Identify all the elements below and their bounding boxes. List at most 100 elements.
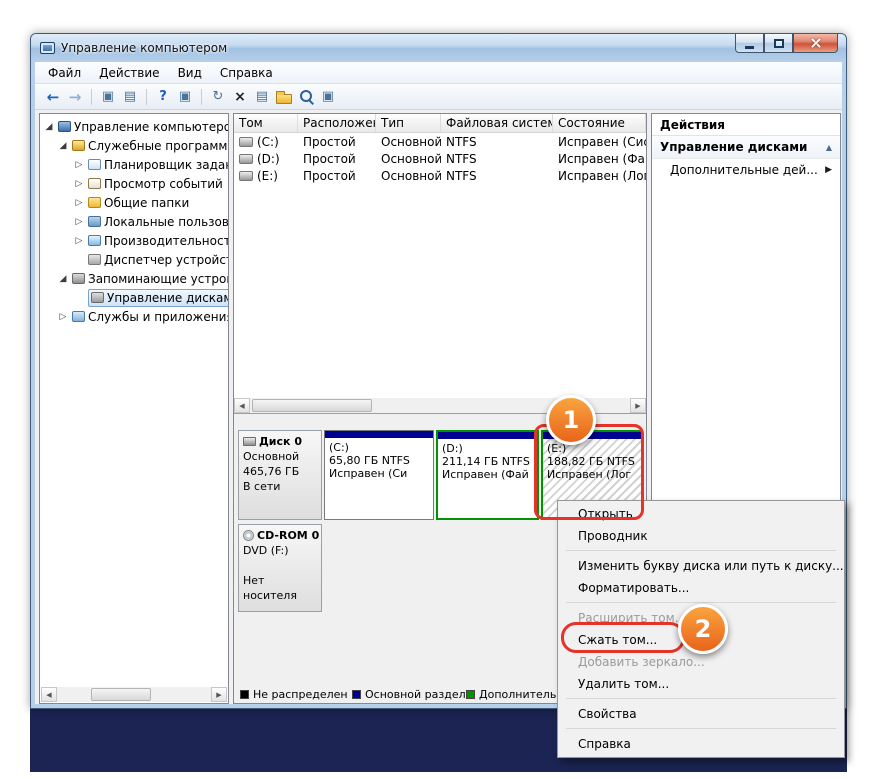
annotation-rect-shrink-volume [561,622,685,653]
scroll-left-button[interactable]: ◀ [234,398,250,413]
layout-icon[interactable]: ▣ [318,88,338,106]
volume-list-header: Том Расположение Тип Файловая система Со… [234,114,646,133]
tree-item-shared-folders[interactable]: ▷ Общие папки [40,193,228,212]
menu-help[interactable]: Справка [211,63,282,83]
help-icon[interactable]: ? [153,88,173,106]
annotation-step-2: 2 [678,604,728,654]
menu-item-help[interactable]: Справка [558,733,844,755]
volume-status: Исправен (Сис [553,135,646,149]
forward-icon[interactable]: → [65,88,85,106]
tree-item-storage[interactable]: ◢ Запоминающие устройст [40,269,228,288]
tree-item-computer-management[interactable]: ◢ Управление компьютером (л [40,117,228,136]
disk-type: Основной [243,449,317,464]
menu-item-format[interactable]: Форматировать... [558,577,844,599]
collapse-chevron-icon[interactable]: ▲ [826,143,832,152]
scroll-thumb[interactable] [252,399,372,412]
expander-icon[interactable]: ▷ [73,236,85,246]
scroll-right-button[interactable]: ▶ [630,398,646,413]
back-icon[interactable]: ← [43,88,63,106]
volume-fs: NTFS [441,135,553,149]
expander-icon[interactable]: ▷ [73,217,85,227]
users-icon [88,216,101,227]
menu-item-explorer[interactable]: Проводник [558,525,844,547]
partition-status: Исправен (Фай [442,468,533,481]
annotation-step-1: 1 [546,395,596,445]
volume-row-e[interactable]: (E:) Простой Основной NTFS Исправен (Лог [234,167,646,184]
volume-layout: Простой [298,152,376,166]
cdrom-status: Нет носителя [243,573,317,603]
device-manager-icon [88,254,101,265]
partition-d[interactable]: (D:) 211,14 ГБ NTFS Исправен (Фай [436,430,539,520]
disk0-info-box[interactable]: Диск 0 Основной 465,76 ГБ В сети [238,430,322,520]
scroll-thumb[interactable] [91,688,151,701]
menu-action[interactable]: Действие [90,63,168,83]
menu-view[interactable]: Вид [169,63,211,83]
expander-icon[interactable]: ▷ [73,198,85,208]
caption-buttons [735,34,838,53]
tree-item-performance[interactable]: ▷ Производительность [40,231,228,250]
expander-icon[interactable]: ◢ [43,122,55,132]
close-button[interactable] [793,34,838,53]
computer-icon [58,121,71,132]
menu-item-properties[interactable]: Свойства [558,703,844,725]
console-tree-panel: ◢ Управление компьютером (л ◢ Служебные … [39,113,229,704]
expander-icon[interactable]: ◢ [57,141,69,151]
tree-item-label: Служебные программы [88,139,228,153]
partition-c[interactable]: (C:) 65,80 ГБ NTFS Исправен (Си [324,430,434,520]
actions-group-disk-management[interactable]: Управление дисками ▲ [652,136,840,159]
actions-more-item[interactable]: Дополнительные дей... ▶ [652,159,840,181]
shared-folders-icon [88,197,101,208]
show-console-tree-icon[interactable]: ▣ [98,88,118,106]
scroll-left-button[interactable]: ◀ [41,687,57,702]
disk-name: Диск 0 [259,434,302,449]
properties-icon[interactable]: ▤ [252,88,272,106]
event-viewer-icon [88,178,101,189]
titlebar[interactable]: Управление компьютером [31,34,846,62]
toolbar-separator [91,89,92,105]
toolbar: ← → ▣ ▤ ? ▣ ↻ × ▤ ▣ [35,84,842,110]
tree-item-event-viewer[interactable]: ▷ Просмотр событий [40,174,228,193]
menu-file[interactable]: Файл [39,63,90,83]
maximize-button[interactable] [764,34,793,53]
search-icon[interactable] [296,88,316,106]
export-list-icon[interactable]: ▤ [120,88,140,106]
cdrom-info-box[interactable]: CD-ROM 0 DVD (F:) Нет носителя [238,524,322,612]
minimize-button[interactable] [735,34,764,53]
refresh-icon[interactable]: ↻ [208,88,228,106]
scheduler-icon [88,159,101,170]
submenu-arrow-icon: ▶ [825,165,832,175]
column-type[interactable]: Тип [376,114,441,132]
column-status[interactable]: Состояние [553,114,646,132]
expander-icon[interactable]: ▷ [57,312,69,322]
delete-icon[interactable]: × [230,88,250,106]
expander-icon[interactable]: ◢ [57,274,69,284]
column-filesystem[interactable]: Файловая система [441,114,553,132]
tree-item-local-users[interactable]: ▷ Локальные пользовате [40,212,228,231]
tree-item-services-apps[interactable]: ▷ Службы и приложения [40,307,228,326]
tree-horizontal-scrollbar[interactable]: ◀ ▶ [41,687,227,702]
tree-item-task-scheduler[interactable]: ▷ Планировщик заданий [40,155,228,174]
partition-size: 211,14 ГБ NTFS [442,455,533,468]
volume-name: (C:) [257,135,279,149]
column-layout[interactable]: Расположение [298,114,376,132]
tree-item-label: Службы и приложения [88,310,228,324]
tree-item-label: Запоминающие устройст [88,272,228,286]
show-action-pane-icon[interactable]: ▣ [175,88,195,106]
scroll-right-button[interactable]: ▶ [211,687,227,702]
volume-row-d[interactable]: (D:) Простой Основной NTFS Исправен (Фай [234,150,646,167]
volume-fs: NTFS [441,152,553,166]
volume-row-c[interactable]: (C:) Простой Основной NTFS Исправен (Сис [234,133,646,150]
column-volume[interactable]: Том [234,114,298,132]
volume-list: Том Расположение Тип Файловая система Со… [234,114,646,414]
expander-icon[interactable]: ▷ [73,160,85,170]
menu-separator [566,602,836,603]
tree-item-label: Управление компьютером (л [74,120,228,134]
expander-icon[interactable]: ▷ [73,179,85,189]
menu-item-delete-volume[interactable]: Удалить том... [558,673,844,695]
tree-item-device-manager[interactable]: Диспетчер устройств [40,250,228,269]
tree-item-disk-management[interactable]: Управление дисками [40,288,228,307]
open-folder-icon[interactable] [274,88,294,106]
menu-item-add-mirror: Добавить зеркало... [558,651,844,673]
tree-item-system-tools[interactable]: ◢ Служебные программы [40,136,228,155]
menu-item-change-drive-letter[interactable]: Изменить букву диска или путь к диску... [558,555,844,577]
